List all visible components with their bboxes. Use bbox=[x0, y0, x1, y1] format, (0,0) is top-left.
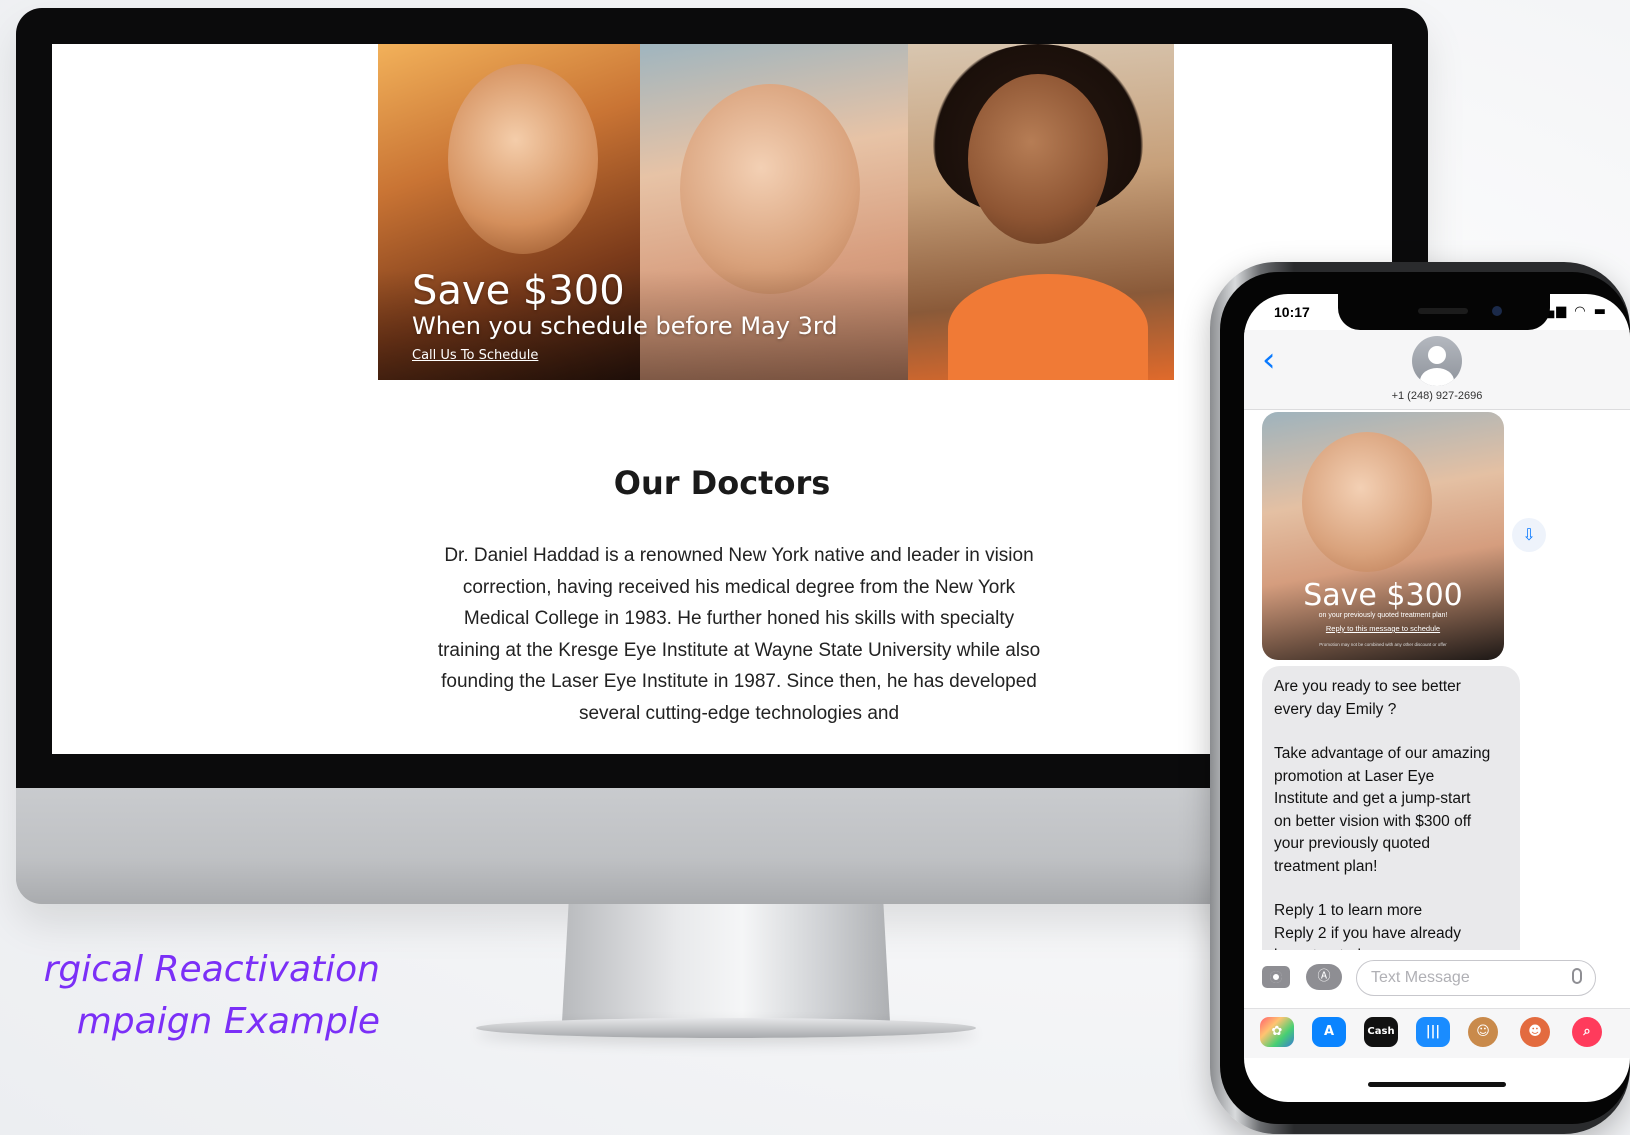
iphone: 10:17 ▂▄▆ ◠ ▬ ‹ +1 (248) 927-2696 Save $… bbox=[1210, 262, 1630, 1134]
mms-image[interactable]: Save $300 on your previously quoted trea… bbox=[1262, 412, 1504, 660]
caption-line-1: rgical Reactivation bbox=[43, 949, 380, 990]
home-indicator[interactable] bbox=[1368, 1082, 1506, 1087]
search-images-icon[interactable]: ⌕ bbox=[1572, 1017, 1602, 1047]
photos-app-icon[interactable]: ✿ bbox=[1260, 1017, 1294, 1047]
hero-banner: Save $300 When you schedule before May 3… bbox=[378, 44, 1174, 380]
section-title: Our Doctors bbox=[613, 464, 831, 502]
website-screen: Save $300 When you schedule before May 3… bbox=[52, 44, 1392, 754]
status-time: 10:17 bbox=[1274, 304, 1310, 320]
conversation-header: ‹ +1 (248) 927-2696 bbox=[1244, 330, 1630, 410]
audio-message-icon[interactable]: ||| bbox=[1416, 1017, 1450, 1047]
campaign-caption: rgical Reactivation mpaign Example bbox=[0, 944, 380, 1048]
caption-line-2: mpaign Example bbox=[76, 1001, 380, 1042]
phone-notch bbox=[1338, 294, 1550, 330]
share-icon[interactable]: ⇩ bbox=[1512, 518, 1546, 552]
contact-avatar[interactable] bbox=[1412, 336, 1462, 386]
message-paragraph-1: Are you ready to see better every day Em… bbox=[1274, 678, 1461, 718]
mms-reply-line: Reply to this message to schedule bbox=[1325, 624, 1441, 633]
mms-headline: Save $300 bbox=[1303, 578, 1463, 613]
cash-app-icon[interactable]: Cash bbox=[1364, 1017, 1398, 1047]
mms-fine-print: Promotion may not be combined with any o… bbox=[1319, 642, 1447, 647]
app-store-tray-icon[interactable]: A bbox=[1312, 1017, 1346, 1047]
compose-bar: Ⓐ bbox=[1244, 950, 1630, 1008]
message-bubble: Are you ready to see better every day Em… bbox=[1262, 666, 1520, 974]
monitor-stand-base bbox=[476, 1018, 976, 1038]
text-message-input[interactable] bbox=[1356, 960, 1596, 996]
messages-screen: 10:17 ▂▄▆ ◠ ▬ ‹ +1 (248) 927-2696 Save $… bbox=[1244, 294, 1630, 1102]
memoji-icon[interactable]: ☺ bbox=[1468, 1017, 1498, 1047]
imessage-app-tray: ✿ A Cash ||| ☺ ☻ ⌕ bbox=[1244, 1008, 1630, 1058]
message-thread: Save $300 on your previously quoted trea… bbox=[1244, 410, 1630, 974]
contact-number[interactable]: +1 (248) 927-2696 bbox=[1244, 390, 1630, 402]
message-paragraph-2: Take advantage of our amazing promotion … bbox=[1274, 745, 1491, 875]
microphone-icon[interactable] bbox=[1572, 968, 1582, 984]
call-to-schedule-link[interactable]: Call Us To Schedule bbox=[412, 348, 538, 363]
camera-icon[interactable] bbox=[1262, 966, 1290, 988]
hero-subheadline: When you schedule before May 3rd bbox=[412, 312, 838, 340]
doctors-paragraph: Dr. Daniel Haddad is a renowned New York… bbox=[437, 545, 1041, 724]
app-store-icon[interactable]: Ⓐ bbox=[1306, 964, 1342, 990]
hero-headline: Save $300 bbox=[412, 268, 625, 314]
hero-photo-woman-3 bbox=[908, 44, 1174, 380]
chevron-left-icon[interactable]: ‹ bbox=[1262, 342, 1276, 378]
animoji-icon[interactable]: ☻ bbox=[1520, 1017, 1550, 1047]
mms-subline: on your previously quoted treatment plan… bbox=[1318, 612, 1448, 619]
monitor-stand bbox=[562, 904, 890, 1022]
